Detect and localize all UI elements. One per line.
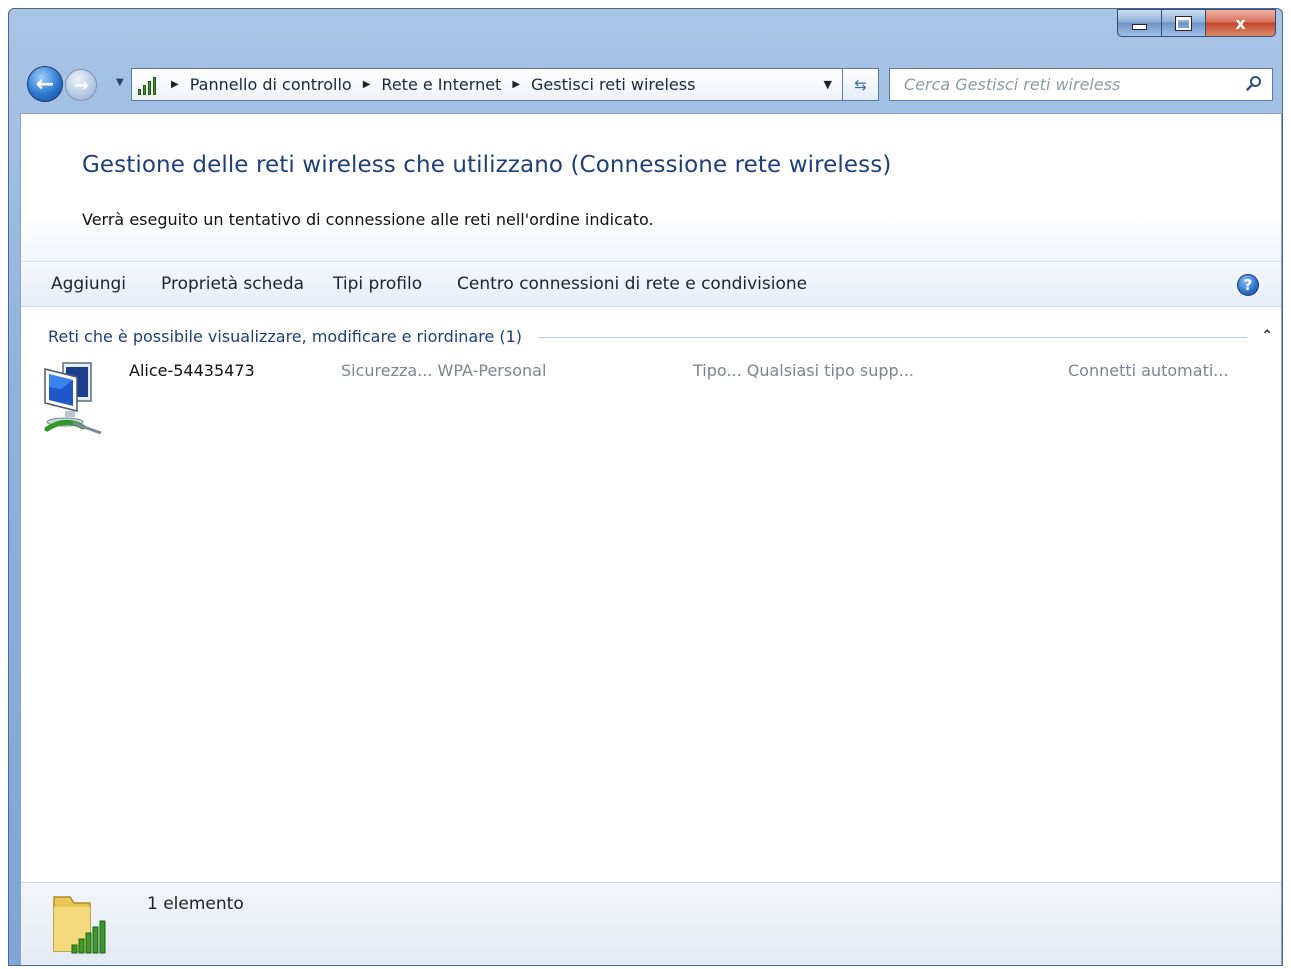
network-name: Alice-54435473 <box>129 361 255 380</box>
breadcrumb-separator-icon[interactable]: ▶ <box>363 79 371 90</box>
refresh-button[interactable]: ⇆ <box>843 68 879 101</box>
command-bar: Aggiungi Proprietà scheda Tipi profilo C… <box>21 261 1281 307</box>
help-icon[interactable]: ? <box>1237 274 1259 296</box>
page-header: Gestione delle reti wireless che utilizz… <box>21 114 1281 261</box>
back-button[interactable]: ← <box>27 66 63 102</box>
network-group-header[interactable]: Reti che è possibile visualizzare, modif… <box>48 327 1273 349</box>
forward-button[interactable]: → <box>65 69 97 101</box>
minimize-icon <box>1132 24 1147 30</box>
page-title: Gestione delle reti wireless che utilizz… <box>82 152 892 178</box>
details-pane: 1 elemento <box>21 882 1281 965</box>
close-icon: x <box>1235 13 1246 33</box>
adapter-properties-button[interactable]: Proprietà scheda <box>161 274 304 294</box>
recent-pages-dropdown[interactable]: ▼ <box>116 77 124 88</box>
breadcrumb-control-panel[interactable]: Pannello di controllo <box>190 75 352 94</box>
back-arrow-icon: ← <box>35 71 55 97</box>
caption-buttons: x <box>1117 9 1276 39</box>
network-security: Sicurezza... WPA-Personal <box>341 361 547 380</box>
search-icon[interactable] <box>1246 75 1262 91</box>
search-input[interactable]: Cerca Gestisci reti wireless <box>889 68 1273 101</box>
wireless-network-icon <box>44 362 102 434</box>
breadcrumb-network-internet[interactable]: Rete e Internet <box>381 75 501 94</box>
search-placeholder: Cerca Gestisci reti wireless <box>904 75 1121 94</box>
content-pane: Gestione delle reti wireless che utilizz… <box>20 113 1282 965</box>
network-type: Tipo... Qualsiasi tipo supp... <box>693 361 914 380</box>
network-signal-icon <box>138 75 160 95</box>
maximize-icon <box>1175 15 1192 31</box>
forward-arrow-icon: → <box>73 74 89 96</box>
maximize-button[interactable] <box>1162 9 1206 37</box>
item-count: 1 elemento <box>147 894 244 914</box>
network-connection-mode: Connetti automati... <box>1068 361 1229 380</box>
explorer-window: x ← → ▼ ▶ Pannello di controllo ▶ Rete e… <box>8 8 1283 966</box>
collapse-chevron-icon[interactable]: ⌃ <box>1261 328 1273 344</box>
group-divider <box>538 337 1247 338</box>
breadcrumb-separator-icon[interactable]: ▶ <box>171 79 179 90</box>
network-sharing-center-button[interactable]: Centro connessioni di rete e condivision… <box>457 274 807 294</box>
address-bar[interactable]: ▶ Pannello di controllo ▶ Rete e Interne… <box>131 68 843 101</box>
minimize-button[interactable] <box>1117 9 1162 37</box>
profile-types-button[interactable]: Tipi profilo <box>333 274 422 294</box>
list-item[interactable]: Alice-54435473 Sicurezza... WPA-Personal… <box>41 354 1266 434</box>
network-group-title: Reti che è possibile visualizzare, modif… <box>48 327 531 346</box>
close-button[interactable]: x <box>1206 9 1276 37</box>
navigation-bar: ← → ▼ ▶ Pannello di controllo ▶ Rete e I… <box>9 65 1282 105</box>
breadcrumb-manage-wireless[interactable]: Gestisci reti wireless <box>531 75 695 94</box>
add-button[interactable]: Aggiungi <box>51 274 126 294</box>
folder-signal-icon <box>53 896 106 954</box>
refresh-icon: ⇆ <box>854 75 867 94</box>
breadcrumb-separator-icon[interactable]: ▶ <box>512 79 520 90</box>
page-subtitle: Verrà eseguito un tentativo di connessio… <box>82 210 654 229</box>
address-dropdown-icon[interactable]: ▼ <box>824 78 832 91</box>
